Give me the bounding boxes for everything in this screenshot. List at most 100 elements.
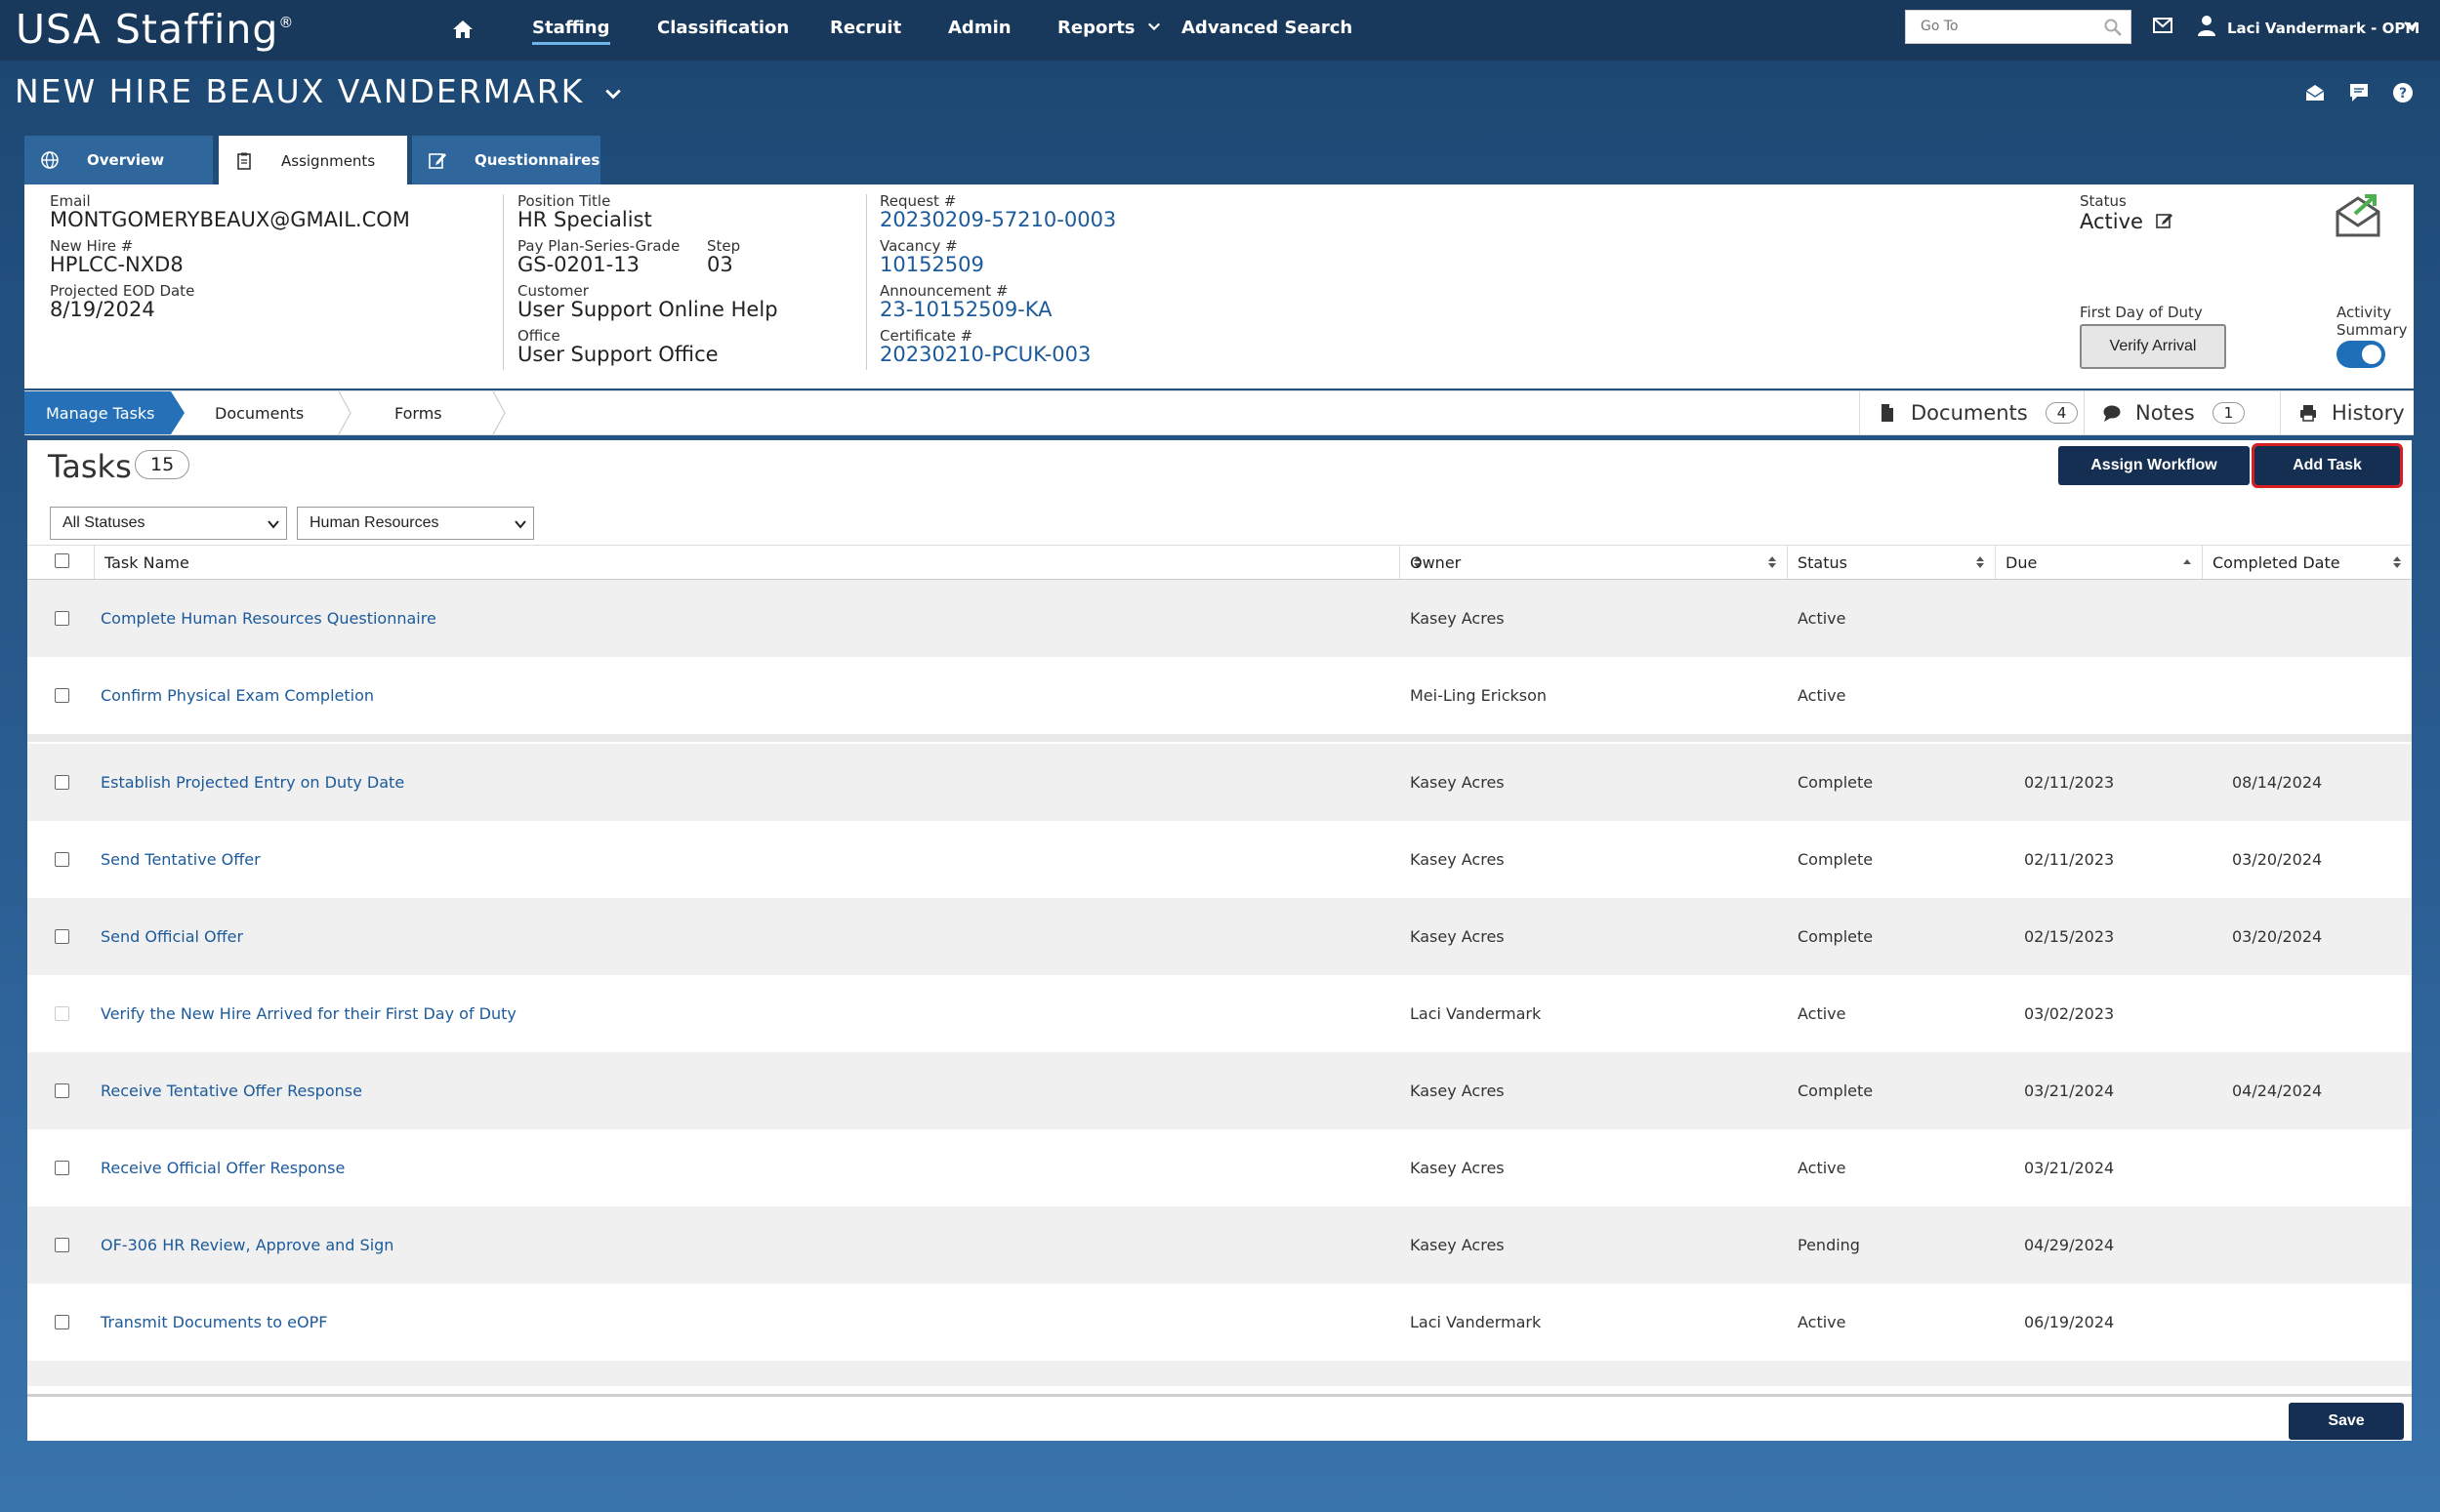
chevron-down-icon[interactable]	[604, 85, 622, 102]
nav-classification[interactable]: Classification	[657, 18, 789, 38]
nav-advanced-search[interactable]: Advanced Search	[1181, 18, 1352, 38]
column-due[interactable]: Due	[1995, 546, 2202, 579]
nav-reports[interactable]: Reports	[1057, 18, 1161, 38]
task-status: Complete	[1798, 1082, 1874, 1100]
select-all-checkbox[interactable]	[55, 553, 69, 568]
task-name-link[interactable]: Confirm Physical Exam Completion	[101, 657, 374, 734]
vacancy-link[interactable]: 10152509	[880, 253, 984, 276]
request-link[interactable]: 20230209-57210-0003	[880, 208, 1116, 231]
printer-history-icon	[2300, 405, 2316, 422]
save-button[interactable]: Save	[2289, 1403, 2404, 1440]
task-owner: Kasey Acres	[1410, 773, 1505, 792]
mail-icon[interactable]	[2153, 18, 2172, 33]
table-row[interactable]: Verify Drug Test Results LMO Kasey Acres A…	[27, 1361, 2412, 1386]
assign-workflow-button[interactable]: Assign Workflow	[2058, 446, 2250, 485]
usa-staffing-logo[interactable]: USA Staffing®	[16, 6, 294, 53]
task-name-link[interactable]: Complete Human Resources Questionnaire	[101, 580, 436, 657]
tab-questionnaires[interactable]: Questionnaires	[412, 136, 600, 184]
envelope-send-icon[interactable]	[2334, 192, 2382, 239]
user-name[interactable]: Laci Vandermark - OPM	[2227, 20, 2419, 37]
task-owner: Kasey Acres	[1410, 1159, 1505, 1177]
task-due-date: 03/21/2024	[2024, 1082, 2115, 1100]
status-filter-select[interactable]: All Statuses	[50, 507, 287, 540]
certificate-link[interactable]: 20230210-PCUK-003	[880, 343, 1091, 366]
activity-summary-toggle[interactable]	[2337, 341, 2385, 368]
row-checkbox[interactable]	[55, 1161, 69, 1175]
tab-assignments[interactable]: Assignments	[219, 136, 407, 185]
task-status: Complete	[1798, 927, 1874, 946]
notes-tab[interactable]: Notes 1	[2084, 391, 2278, 434]
row-checkbox[interactable]	[55, 688, 69, 703]
column-owner[interactable]: Owner	[1399, 546, 1787, 579]
tab-overview-label: Overview	[87, 151, 165, 169]
page-title[interactable]: NEW HIRE BEAUX VANDERMARK	[15, 72, 622, 110]
row-checkbox[interactable]	[55, 852, 69, 867]
row-checkbox[interactable]	[55, 1315, 69, 1329]
new-hire-number-value: HPLCC-NXD8	[50, 253, 184, 276]
tab-overview[interactable]: Overview	[24, 136, 213, 184]
nav-reports-label: Reports	[1057, 18, 1136, 38]
column-owner-label: Owner	[1410, 552, 1462, 572]
task-name-link[interactable]: OF-306 HR Review, Approve and Sign	[101, 1206, 393, 1284]
column-task-name[interactable]: Task Name	[94, 546, 1432, 579]
row-checkbox[interactable]	[55, 1083, 69, 1098]
crumb-documents[interactable]: Documents	[215, 391, 352, 434]
home-icon[interactable]	[451, 18, 475, 41]
table-row[interactable]: Send Official Offer Kasey Acres Complete 02…	[27, 898, 2412, 975]
add-task-button[interactable]: Add Task	[2252, 443, 2403, 488]
chat-icon[interactable]	[2348, 82, 2370, 103]
row-checkbox[interactable]	[55, 611, 69, 626]
task-name-link[interactable]: Receive Official Offer Response	[101, 1129, 345, 1206]
nav-staffing[interactable]: Staffing	[532, 18, 610, 45]
task-name-link[interactable]: Send Official Offer	[101, 898, 243, 975]
table-row[interactable]: Receive Tentative Offer Response Kasey Ac…	[27, 1052, 2412, 1129]
tasks-title: Tasks	[48, 448, 132, 485]
pay-plan-value: GS-0201-13	[517, 253, 640, 276]
table-row[interactable]: Receive Official Offer Response Kasey Acr…	[27, 1129, 2412, 1206]
task-name-link[interactable]: Send Tentative Offer	[101, 821, 261, 898]
task-name-link[interactable]: Verify the New Hire Arrived for their Fi…	[101, 975, 517, 1052]
chevron-down-icon[interactable]	[2403, 18, 2419, 33]
comment-icon	[2103, 405, 2121, 422]
table-row[interactable]: Verify the New Hire Arrived for their Fi…	[27, 975, 2412, 1052]
task-name-link[interactable]: Verify Drug Test Results LMO	[101, 1361, 325, 1386]
history-tab[interactable]: History	[2280, 391, 2414, 434]
envelope-open-icon[interactable]	[2304, 82, 2326, 103]
task-due-date: 02/11/2023	[2024, 773, 2115, 792]
help-icon[interactable]: ?	[2392, 82, 2414, 103]
task-status: Active	[1798, 609, 1846, 628]
documents-tab[interactable]: Documents 4	[1859, 391, 2082, 434]
table-row[interactable]: Complete Human Resources Questionnaire Ka…	[27, 580, 2412, 657]
search-icon[interactable]	[2103, 18, 2123, 37]
row-checkbox[interactable]	[55, 929, 69, 944]
nav-admin[interactable]: Admin	[948, 18, 1012, 38]
row-checkbox[interactable]	[55, 1238, 69, 1252]
tasks-panel: Tasks 15 Assign Workflow Add Task All St…	[27, 440, 2412, 1441]
crumb-manage-tasks[interactable]: Manage Tasks	[24, 391, 185, 434]
column-status[interactable]: Status	[1787, 546, 1995, 579]
task-owner: Kasey Acres	[1410, 1361, 1505, 1386]
task-name-link[interactable]: Receive Tentative Offer Response	[101, 1052, 362, 1129]
group-filter-select[interactable]: Human Resources	[297, 507, 534, 540]
task-name-link[interactable]: Establish Projected Entry on Duty Date	[101, 744, 404, 821]
nav-recruit[interactable]: Recruit	[830, 18, 901, 38]
task-name-link[interactable]: Transmit Documents to eOPF	[101, 1284, 327, 1361]
user-icon[interactable]	[2197, 15, 2216, 36]
task-due-date: 02/15/2023	[2024, 927, 2115, 946]
edit-status-icon[interactable]	[2155, 212, 2173, 229]
verify-arrival-button[interactable]: Verify Arrival	[2080, 324, 2226, 369]
announcement-link[interactable]: 23-10152509-KA	[880, 298, 1053, 321]
table-row[interactable]: OF-306 HR Review, Approve and Sign Kasey …	[27, 1206, 2412, 1284]
goto-input[interactable]: Go To	[1905, 10, 2131, 44]
table-row[interactable]: Transmit Documents to eOPF Laci Vandermar…	[27, 1284, 2412, 1361]
office-value: User Support Office	[517, 343, 719, 366]
table-row[interactable]: Send Tentative Offer Kasey Acres Complete 0…	[27, 821, 2412, 898]
table-row[interactable]: Confirm Physical Exam Completion Mei-Ling…	[27, 657, 2412, 734]
table-row[interactable]: Establish Projected Entry on Duty Date Ka…	[27, 744, 2412, 821]
row-checkbox[interactable]	[55, 775, 69, 790]
column-completed-date[interactable]: Completed Date	[2202, 546, 2412, 579]
sort-icon	[1768, 556, 1776, 568]
task-due-date: 04/29/2024	[2024, 1236, 2115, 1254]
task-due-date: 03/21/2024	[2024, 1159, 2115, 1177]
crumb-forms[interactable]: Forms	[394, 391, 502, 434]
